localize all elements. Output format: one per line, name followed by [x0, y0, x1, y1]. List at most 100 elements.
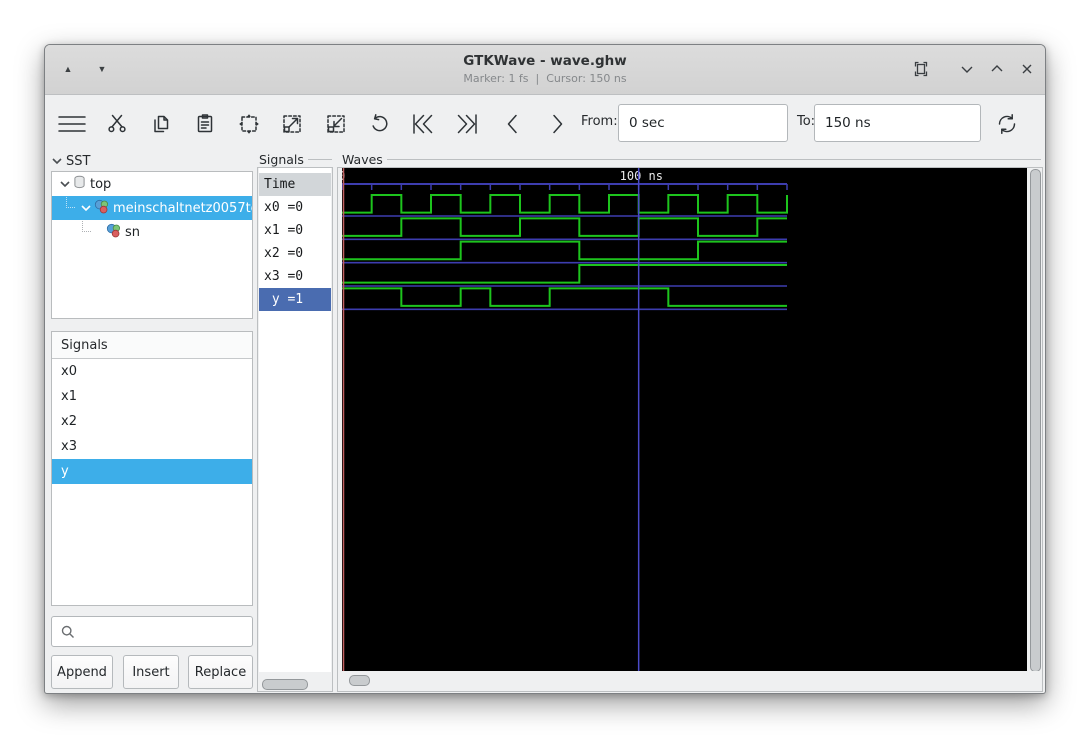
wave-trace-x1 [342, 217, 787, 237]
tree-item-label: top [90, 176, 112, 192]
shift-left-button[interactable] [495, 106, 531, 142]
maximize-button[interactable] [982, 54, 1012, 84]
close-button[interactable] [1012, 54, 1042, 84]
copy-button[interactable] [143, 106, 179, 142]
fullscreen-button[interactable] [906, 54, 936, 84]
signal-browser-item-x3[interactable]: x3 [52, 434, 252, 459]
replace-button[interactable]: Replace [188, 655, 253, 689]
cut-button[interactable] [99, 106, 135, 142]
close-icon [1022, 64, 1032, 74]
tree-item-module[interactable]: meinschaltnetz0057testb [52, 196, 252, 220]
signal-value-row[interactable]: x2 =0 [259, 242, 331, 265]
waveform-plot: 0100 ns [342, 168, 788, 673]
minimize-button[interactable] [952, 54, 982, 84]
expander-down-icon[interactable] [80, 202, 92, 214]
tree-item-sn[interactable]: sn [52, 220, 252, 244]
waves-vscrollbar-thumb[interactable] [1030, 169, 1041, 672]
expander-down-icon[interactable] [59, 178, 71, 190]
sst-header[interactable]: SST [51, 153, 90, 169]
zoom-out-button[interactable] [318, 106, 354, 142]
values-panel: Time x0 =0 x1 =0 x2 =0 x3 =0 y =1 [257, 167, 333, 692]
sst-label: SST [66, 153, 91, 169]
fullscreen-icon [914, 61, 928, 77]
next-edge-button[interactable] [449, 106, 485, 142]
signal-browser-list: x0 x1 x2 x3 y [52, 359, 252, 484]
frame-line [386, 159, 1041, 160]
values-frame-label: Signals [259, 152, 304, 167]
zoom-fit-icon [239, 114, 259, 134]
wave-trace-x3 [342, 263, 787, 284]
values-hscrollbar-thumb[interactable] [262, 679, 308, 690]
waves-frame-label: Waves [342, 152, 383, 167]
titlebar[interactable]: ▲ ▼ GTKWave - wave.ghw Marker: 1 fs | Cu… [45, 45, 1045, 95]
signal-value-row[interactable]: x3 =0 [259, 265, 331, 288]
signal-browser-item-x2[interactable]: x2 [52, 409, 252, 434]
scissors-icon [108, 114, 126, 133]
tree-connector [82, 220, 91, 232]
chevron-up-icon [991, 65, 1003, 72]
module-icon [94, 199, 109, 218]
tree-item-label: meinschaltnetz0057testb [113, 200, 252, 216]
values-frame-header: Signals [259, 152, 332, 167]
to-input[interactable] [814, 104, 981, 142]
signal-value-row[interactable]: x0 =0 [259, 196, 331, 219]
module-icon [106, 223, 121, 242]
chevron-left-icon [507, 114, 517, 134]
shift-right-button[interactable] [539, 106, 575, 142]
svg-text:100 ns: 100 ns [620, 169, 663, 183]
signal-browser-item-x1[interactable]: x1 [52, 384, 252, 409]
copy-icon [154, 115, 169, 133]
waves-panel: 0100 ns [337, 167, 1043, 692]
time-header-cell[interactable]: Time [259, 173, 331, 196]
menu-button[interactable] [54, 106, 90, 142]
insert-button[interactable]: Insert [123, 655, 179, 689]
reload-button[interactable] [989, 106, 1025, 142]
zoom-out-icon [327, 115, 345, 133]
clipboard-icon [197, 114, 213, 133]
waves-frame-header: Waves [342, 152, 1041, 167]
signal-browser-item-y[interactable]: y [52, 459, 252, 484]
frame-line [307, 159, 332, 160]
wave-trace-x0 [342, 194, 788, 214]
paste-button[interactable] [187, 106, 223, 142]
from-label: From: [581, 114, 618, 129]
chevron-down-icon [961, 66, 973, 73]
signal-search[interactable] [51, 616, 253, 647]
undo-icon [372, 114, 388, 132]
marker-cursor-status: Marker: 1 fs | Cursor: 150 ns [463, 72, 627, 85]
signal-value-row[interactable]: x1 =0 [259, 219, 331, 242]
zoom-fit-button[interactable] [231, 106, 267, 142]
to-label: To: [797, 114, 816, 129]
search-icon [61, 625, 74, 638]
tree-connector [66, 196, 75, 208]
toolbar: From: To: [45, 96, 1045, 151]
from-input[interactable] [618, 104, 788, 142]
waves-hscrollbar [339, 671, 1041, 690]
undo-button[interactable] [361, 106, 397, 142]
signal-browser-item-x0[interactable]: x0 [52, 359, 252, 384]
hierarchy-icon [73, 175, 86, 193]
waveform-canvas[interactable]: 0100 ns [342, 168, 1027, 673]
prev-edge-button[interactable] [405, 106, 441, 142]
signal-values-list: Time x0 =0 x1 =0 x2 =0 x3 =0 y =1 [259, 168, 331, 672]
chevron-right-icon [553, 114, 563, 134]
wave-trace-x2 [342, 240, 787, 261]
signal-value-row[interactable]: y =1 [259, 288, 331, 311]
skip-to-start-icon [413, 114, 433, 134]
tree-item-top[interactable]: top [52, 172, 252, 196]
tree-item-label: sn [125, 224, 141, 240]
waves-hscrollbar-thumb[interactable] [349, 675, 370, 686]
skip-to-end-icon [457, 114, 477, 134]
sst-tree: top meinschaltnetz0057testb sn [51, 171, 253, 319]
wave-trace-y [342, 287, 787, 307]
signal-browser: Signals x0 x1 x2 x3 y [51, 331, 253, 606]
hamburger-menu-icon [58, 116, 86, 132]
expander-down-icon [51, 155, 63, 167]
signal-browser-header[interactable]: Signals [52, 332, 252, 359]
zoom-in-icon [283, 115, 301, 133]
window-title: GTKWave - wave.ghw [463, 53, 627, 69]
append-button[interactable]: Append [51, 655, 113, 689]
zoom-in-button[interactable] [274, 106, 310, 142]
reload-icon [998, 114, 1016, 134]
gtkwave-window: ▲ ▼ GTKWave - wave.ghw Marker: 1 fs | Cu… [44, 44, 1046, 694]
